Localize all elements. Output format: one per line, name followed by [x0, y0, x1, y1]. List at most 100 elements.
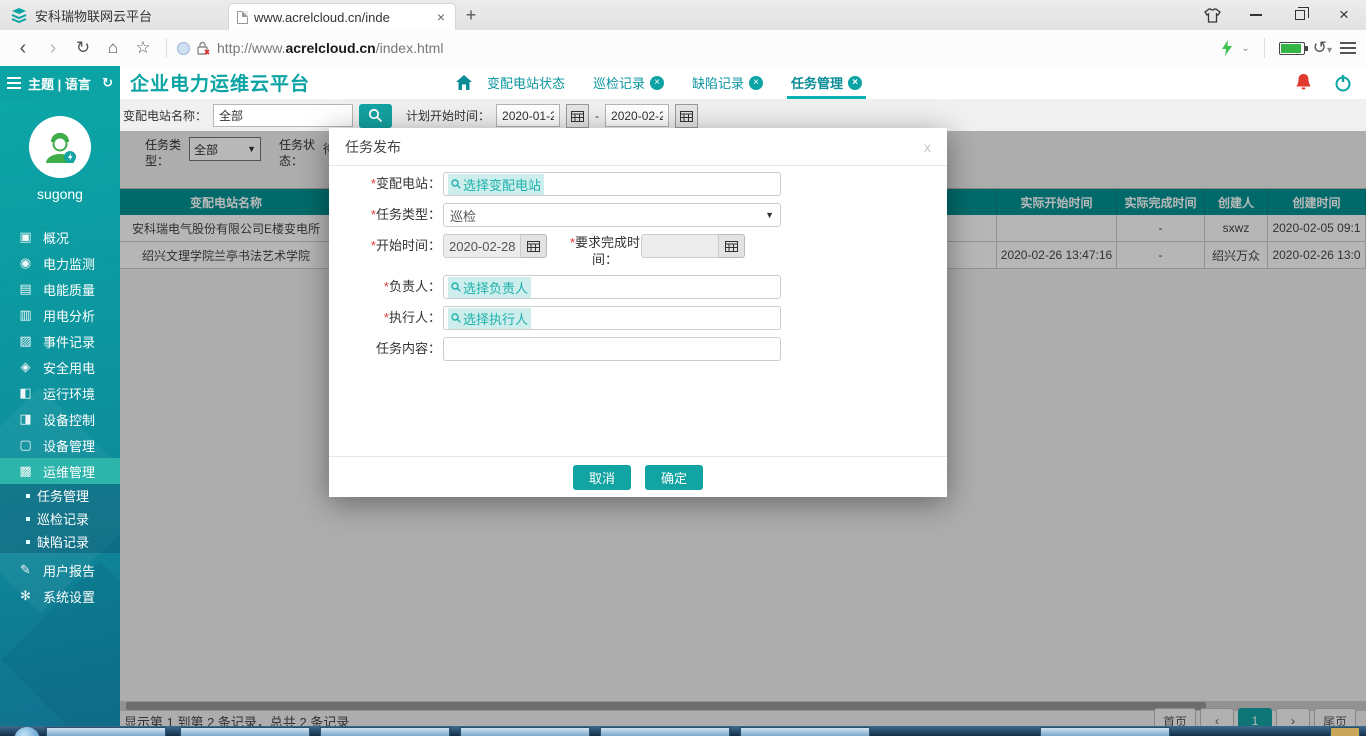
restore-button[interactable] [1278, 0, 1322, 30]
taskbar-app-button[interactable] [180, 727, 310, 736]
start-orb-icon[interactable] [14, 727, 40, 736]
sidebar-subitem-task-management[interactable]: 任务管理 [0, 484, 120, 507]
sidebar-item-system-settings[interactable]: ✻系统设置 [0, 583, 120, 609]
tab-close-icon[interactable]: × [749, 76, 763, 90]
theme-language-label: 主题 | 语言 [28, 74, 91, 93]
calendar-button[interactable] [675, 104, 698, 128]
sidebar-item-device-control[interactable]: ◨设备控制 [0, 406, 120, 432]
refresh-icon[interactable]: ↻ [102, 75, 113, 91]
tab-close-icon[interactable]: × [848, 76, 862, 90]
modal-footer: 取消 确定 [329, 456, 947, 497]
taskbar-app-button[interactable] [46, 727, 166, 736]
minimize-button[interactable] [1234, 0, 1278, 30]
tab-close-icon[interactable]: × [650, 76, 664, 90]
owner-picker-input[interactable]: 选择负责人 [443, 275, 781, 299]
chevron-down-icon: ▼ [765, 210, 774, 220]
sidebar-item-label: 运维管理 [43, 462, 95, 481]
boost-chevron-icon[interactable]: ⌄ [1241, 43, 1249, 54]
screen: 安科瑞物联网云平台 www.acrelcloud.cn/inde × + × ‹… [0, 0, 1366, 736]
sidebar-item-power-monitor[interactable]: ◉电力监测 [0, 250, 120, 276]
sidebar-item-label: 电力监测 [43, 254, 95, 273]
search-icon [451, 313, 461, 323]
sidebar-subitem-inspection-records[interactable]: 巡检记录 [0, 507, 120, 530]
deadline-date-input[interactable] [641, 234, 719, 258]
sidebar-item-device-management[interactable]: ▢设备管理 [0, 432, 120, 458]
sidebar-item-om-management[interactable]: ▩运维管理 [0, 458, 120, 484]
browser-titlebar: 安科瑞物联网云平台 www.acrelcloud.cn/inde × + × [0, 0, 1366, 30]
plan-start-date-input[interactable] [496, 104, 560, 127]
taskbar-app-button[interactable] [460, 727, 590, 736]
close-window-button[interactable]: × [1322, 0, 1366, 30]
battery-icon[interactable] [1279, 42, 1305, 55]
modal-close-icon[interactable]: x [924, 139, 931, 155]
task-publish-modal: 任务发布 x *变配电站： 选择变配电站 *任务类型： 巡 [329, 128, 947, 497]
ok-button[interactable]: 确定 [645, 465, 703, 490]
undo-closed-tab-button[interactable]: ↺▾ [1313, 38, 1332, 58]
station-picker-input[interactable]: 选择变配电站 [443, 172, 781, 196]
forward-button[interactable]: › [40, 38, 66, 58]
sidebar-item-overview[interactable]: ▣概况 [0, 224, 120, 250]
reader-mode-icon [177, 42, 190, 55]
taskbar-app-button[interactable] [1040, 727, 1170, 736]
sidebar-item-usage-analysis[interactable]: ▥用电分析 [0, 302, 120, 328]
back-button[interactable]: ‹ [10, 38, 36, 58]
start-date-input[interactable]: 2020-02-28 [443, 234, 521, 258]
search-button[interactable] [359, 104, 392, 128]
executor-picker-input[interactable]: 选择执行人 [443, 306, 781, 330]
overview-icon: ▣ [18, 229, 33, 245]
taskbar-app-button[interactable] [600, 727, 730, 736]
sidebar-item-label: 系统设置 [43, 587, 95, 606]
search-icon [368, 108, 383, 123]
plan-end-date-input[interactable] [605, 104, 669, 127]
subitem-label: 巡检记录 [37, 509, 89, 528]
tab-task-management[interactable]: 任务管理 × [791, 66, 862, 99]
cancel-button[interactable]: 取消 [573, 465, 631, 490]
browser-logo-icon [10, 7, 28, 23]
calendar-button[interactable] [719, 234, 745, 258]
skin-button[interactable] [1190, 0, 1234, 30]
search-icon [451, 282, 461, 292]
owner-label: 负责人： [389, 279, 441, 294]
calendar-button[interactable] [566, 104, 589, 128]
taskbar-tray[interactable] [1330, 727, 1360, 736]
addressbar-right-tools: ⌄ ↺▾ [1221, 38, 1356, 58]
browser-menu-button[interactable] [1340, 42, 1356, 54]
avatar[interactable] [29, 116, 91, 178]
url-text: http://www.acrelcloud.cn/index.html [217, 40, 443, 56]
tab-station-status[interactable]: 变配电站状态 [487, 66, 565, 99]
sidebar-subitem-defect-records[interactable]: 缺陷记录 [0, 530, 120, 553]
tab-close-icon[interactable]: × [435, 9, 447, 25]
home-button[interactable]: ⌂ [100, 38, 126, 58]
task-content-input[interactable] [443, 337, 781, 361]
home-tab-button[interactable] [455, 74, 473, 91]
url-field[interactable]: http://www.acrelcloud.cn/index.html [177, 40, 1217, 56]
station-filter-input[interactable] [213, 104, 353, 127]
tab-inspection-records[interactable]: 巡检记录 × [593, 66, 664, 99]
bookmark-star-button[interactable]: ☆ [130, 38, 156, 58]
sidebar-item-power-quality[interactable]: ▤电能质量 [0, 276, 120, 302]
alarm-bell-icon[interactable] [1295, 73, 1312, 92]
sidebar-item-environment[interactable]: ◧运行环境 [0, 380, 120, 406]
calendar-button[interactable] [521, 234, 547, 258]
task-type-select[interactable]: 巡检 ▼ [443, 203, 781, 227]
sidebar-item-event-records[interactable]: ▨事件记录 [0, 328, 120, 354]
theme-language-box[interactable]: 主题 | 语言 ↻ [0, 66, 120, 100]
owner-picker-link[interactable]: 选择负责人 [448, 277, 531, 298]
divider [166, 38, 167, 58]
windows-taskbar[interactable] [0, 726, 1366, 736]
executor-picker-link[interactable]: 选择执行人 [448, 308, 531, 329]
sidebar-item-label: 运行环境 [43, 384, 95, 403]
new-tab-button[interactable]: + [456, 0, 486, 30]
sidebar-item-safe-power[interactable]: ◈安全用电 [0, 354, 120, 380]
station-picker-link[interactable]: 选择变配电站 [448, 174, 544, 195]
power-quality-icon: ▤ [18, 281, 33, 297]
taskbar-app-button[interactable] [320, 727, 450, 736]
sidebar-item-user-report[interactable]: ✎用户报告 [0, 557, 120, 583]
logout-power-icon[interactable] [1334, 74, 1352, 92]
boost-lightning-icon[interactable] [1221, 40, 1233, 56]
refresh-button[interactable]: ↻ [70, 38, 96, 58]
tab-defect-records[interactable]: 缺陷记录 × [692, 66, 763, 99]
browser-tab[interactable]: www.acrelcloud.cn/inde × [228, 3, 456, 30]
taskbar-app-button[interactable] [740, 727, 870, 736]
sidebar-toggle-icon[interactable] [7, 77, 21, 89]
